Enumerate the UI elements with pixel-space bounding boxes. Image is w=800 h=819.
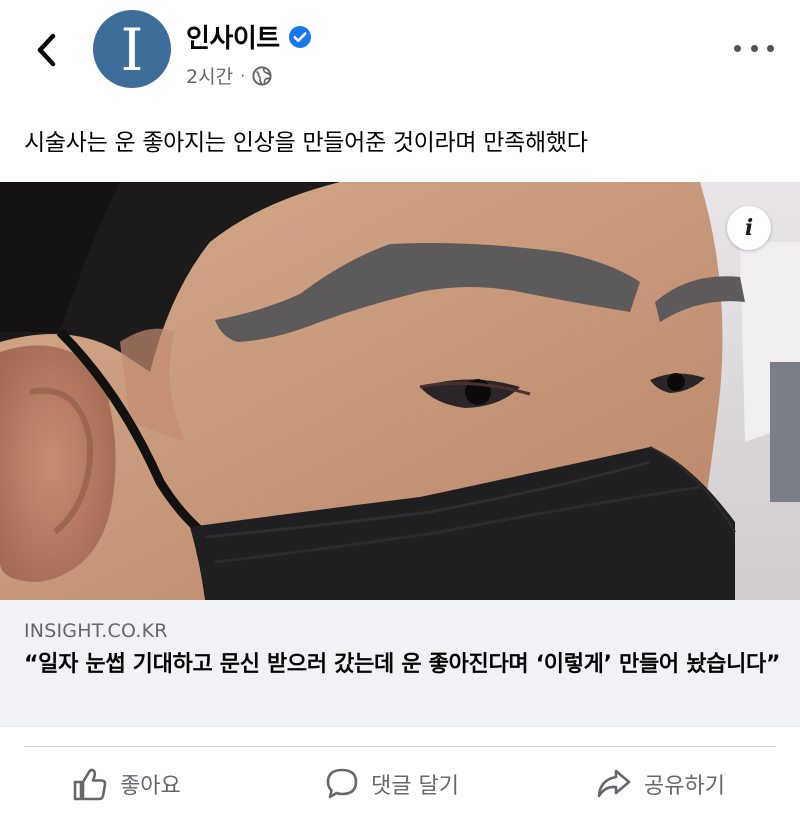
like-label: 좋아요 xyxy=(120,774,181,799)
back-button[interactable] xyxy=(28,30,64,70)
link-domain: INSIGHT.CO.KR xyxy=(24,620,168,642)
post-time[interactable]: 2시간 xyxy=(186,62,233,89)
link-preview-card[interactable]: INSIGHT.CO.KR “일자 눈썹 기대하고 문신 받으러 갔는데 운 좋… xyxy=(0,600,800,727)
link-preview-image[interactable] xyxy=(0,182,800,600)
comment-button[interactable]: 댓글 달기 xyxy=(325,765,459,803)
post-header: I 인사이트 2시간 · xyxy=(0,0,800,110)
share-arrow-icon xyxy=(597,769,631,798)
verified-badge-icon xyxy=(288,25,312,49)
page-name-row: 인사이트 xyxy=(186,18,312,55)
more-options-button[interactable] xyxy=(734,38,774,58)
thumbs-up-icon xyxy=(73,768,107,801)
meta-separator: · xyxy=(240,66,246,85)
page-avatar[interactable]: I xyxy=(93,10,171,88)
chevron-left-icon xyxy=(37,33,56,67)
comment-label: 댓글 달기 xyxy=(371,774,459,799)
more-horizontal-icon-dot xyxy=(750,44,758,52)
like-button[interactable]: 좋아요 xyxy=(72,765,181,803)
info-button[interactable]: i xyxy=(727,206,771,250)
post-text: 시술사는 운 좋아지는 인상을 만들어준 것이라며 만족해했다 xyxy=(24,130,588,156)
actions-divider xyxy=(24,746,776,747)
globe-icon xyxy=(252,65,272,86)
comment-bubble-icon xyxy=(326,768,358,799)
post-meta: 2시간 · xyxy=(186,62,272,89)
face-photo-image xyxy=(0,182,800,600)
page-name[interactable]: 인사이트 xyxy=(186,18,280,55)
more-horizontal-icon-dot xyxy=(734,44,741,52)
share-button[interactable]: 공유하기 xyxy=(596,765,725,803)
avatar-letter: I xyxy=(120,16,144,84)
post-actions-bar: 좋아요 댓글 달기 공유하기 xyxy=(0,748,800,819)
share-label: 공유하기 xyxy=(644,774,725,799)
link-title: “일자 눈썹 기대하고 문신 받으러 갔는데 운 좋아진다며 ‘이렇게’ 만들어… xyxy=(24,652,781,677)
more-horizontal-icon-dot xyxy=(767,44,774,52)
